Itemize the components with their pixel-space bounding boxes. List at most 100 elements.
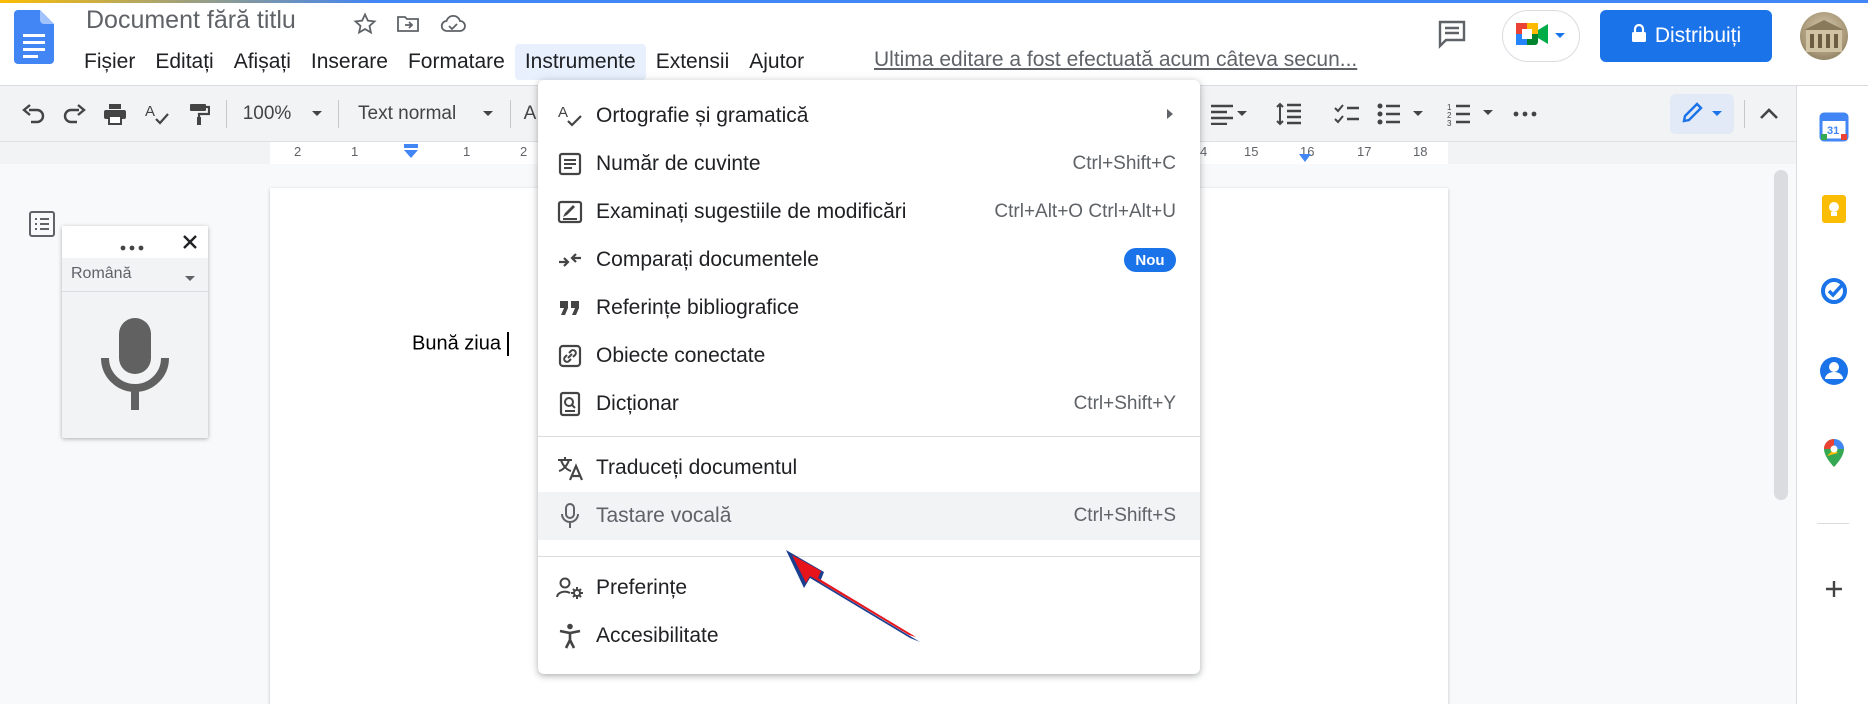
font-select[interactable]: A: [522, 94, 538, 134]
undo-icon[interactable]: [16, 94, 50, 134]
paint-format-icon[interactable]: [182, 94, 216, 134]
spellcheck-icon: A: [556, 102, 584, 130]
menu-item-label: Examinați sugestiile de modificări: [596, 200, 907, 223]
ruler-tick: 17: [1357, 144, 1372, 159]
new-badge: Nou: [1124, 248, 1176, 272]
contacts-icon[interactable]: [1819, 356, 1849, 386]
menu-item-label: Referințe bibliografice: [596, 296, 800, 319]
document-body-text[interactable]: Bună ziua: [412, 332, 509, 356]
annotation-arrow: [780, 548, 930, 648]
more-options-icon[interactable]: [1508, 94, 1542, 134]
pencil-icon: [1681, 100, 1705, 129]
menu-item-linked-objects[interactable]: Obiecte conectate: [538, 332, 1200, 380]
cloud-saved-icon[interactable]: [439, 10, 467, 38]
menu-item-label: Obiecte conectate: [596, 344, 766, 367]
menu-help[interactable]: Ajutor: [739, 44, 814, 80]
lock-icon: [1631, 23, 1647, 48]
toolbar-divider: [226, 100, 227, 128]
collapse-toolbar-icon[interactable]: [1752, 94, 1786, 134]
font-value: A: [523, 103, 537, 124]
menu-tools[interactable]: Instrumente: [514, 44, 646, 80]
line-spacing-icon[interactable]: [1272, 94, 1306, 134]
submenu-arrow-icon: [1166, 107, 1174, 125]
menu-item-compare-documents[interactable]: Comparați documentele Nou: [538, 236, 1200, 284]
menu-item-review-suggestions[interactable]: Examinați sugestiile de modificări Ctrl+…: [538, 188, 1200, 236]
bulleted-list-icon[interactable]: [1374, 94, 1428, 134]
ruler-tick: 4: [1200, 144, 1208, 159]
print-icon[interactable]: [98, 94, 132, 134]
menu-item-spelling-grammar[interactable]: A Ortografie și gramatică: [538, 92, 1200, 140]
menu-item-shortcut: Ctrl+Shift+S: [1073, 505, 1176, 526]
zoom-select[interactable]: 100%: [238, 94, 328, 134]
language-value: Română: [71, 265, 132, 282]
add-addon-icon[interactable]: [1819, 574, 1849, 604]
drag-handle-icon[interactable]: [120, 238, 144, 256]
menu-item-voice-typing[interactable]: Tastare vocală Ctrl+Shift+S: [538, 492, 1200, 540]
review-suggestions-icon: [556, 198, 584, 226]
menu-view[interactable]: Afișați: [224, 44, 301, 80]
style-dropdown-icon: [482, 105, 494, 123]
toolbar-divider: [1744, 100, 1745, 128]
spellcheck-icon[interactable]: A: [140, 94, 174, 134]
menu-divider: [538, 436, 1200, 437]
ruler-tick: 2: [294, 144, 302, 159]
keep-icon[interactable]: [1819, 194, 1849, 224]
menu-edit[interactable]: Editați: [145, 44, 223, 80]
redo-icon[interactable]: [58, 94, 92, 134]
calendar-icon[interactable]: 31: [1819, 112, 1849, 142]
zoom-dropdown-icon: [311, 105, 323, 123]
left-indent-marker[interactable]: [402, 144, 420, 165]
checklist-icon[interactable]: [1330, 94, 1364, 134]
toolbar-divider: [338, 100, 339, 128]
language-select[interactable]: Română: [62, 258, 208, 292]
document-outline-icon[interactable]: [28, 210, 56, 238]
menu-extensions[interactable]: Extensii: [646, 44, 740, 80]
share-button[interactable]: Distribuiți: [1600, 10, 1772, 62]
menu-item-word-count[interactable]: Număr de cuvinte Ctrl+Shift+C: [538, 140, 1200, 188]
menu-insert[interactable]: Inserare: [301, 44, 398, 80]
vertical-scrollbar[interactable]: [1774, 170, 1788, 500]
meet-icon: [1516, 21, 1550, 52]
svg-text:3: 3: [1447, 119, 1452, 126]
menu-item-citations[interactable]: Referințe bibliografice: [538, 284, 1200, 332]
header: Document fără titlu Fișier Editați Afișa…: [0, 0, 1868, 86]
maps-icon[interactable]: [1819, 438, 1849, 468]
word-count-icon: [556, 150, 584, 178]
side-panel: 31: [1796, 86, 1868, 704]
paragraph-style-select[interactable]: Text normal: [350, 94, 498, 134]
top-accent-stripe: [0, 0, 1868, 3]
tasks-icon[interactable]: [1819, 276, 1849, 306]
ruler-tick: 1: [351, 144, 359, 159]
docs-logo-icon[interactable]: [14, 10, 54, 64]
meet-dropdown-icon: [1554, 27, 1566, 45]
comment-history-icon[interactable]: [1436, 18, 1468, 50]
quote-icon: [556, 294, 584, 322]
paragraph-style-value: Text normal: [358, 103, 457, 124]
side-panel-divider: [1817, 523, 1849, 524]
star-icon[interactable]: [351, 10, 379, 38]
move-folder-icon[interactable]: [394, 10, 422, 38]
translate-icon: [556, 454, 584, 482]
language-dropdown-icon: [184, 270, 196, 288]
microphone-icon[interactable]: [101, 318, 169, 417]
menu-file[interactable]: Fișier: [74, 44, 145, 80]
linked-objects-icon: [556, 342, 584, 370]
close-icon[interactable]: [182, 234, 198, 255]
menu-format[interactable]: Formatare: [398, 44, 515, 80]
ruler-tick: 2: [520, 144, 528, 159]
document-title[interactable]: Document fără titlu: [86, 6, 296, 35]
meet-button[interactable]: [1502, 10, 1580, 62]
numbered-list-icon[interactable]: 123: [1444, 94, 1498, 134]
align-icon[interactable]: [1206, 94, 1252, 134]
toolbar-divider: [510, 100, 511, 128]
editing-mode-button[interactable]: [1670, 94, 1734, 134]
menu-item-translate-document[interactable]: Traduceți documentul: [538, 444, 1200, 492]
menu-item-shortcut: Ctrl+Shift+C: [1072, 153, 1176, 174]
menu-item-label: Traduceți documentul: [596, 456, 798, 479]
menu-item-dictionary[interactable]: Dicționar Ctrl+Shift+Y: [538, 380, 1200, 428]
menu-item-label: Comparați documentele: [596, 248, 819, 271]
last-edit-link[interactable]: Ultima editare a fost efectuată acum cât…: [874, 48, 1357, 72]
dictionary-icon: [556, 390, 584, 418]
user-avatar[interactable]: [1800, 12, 1848, 60]
google-docs-window: Document fără titlu Fișier Editați Afișa…: [0, 0, 1868, 704]
